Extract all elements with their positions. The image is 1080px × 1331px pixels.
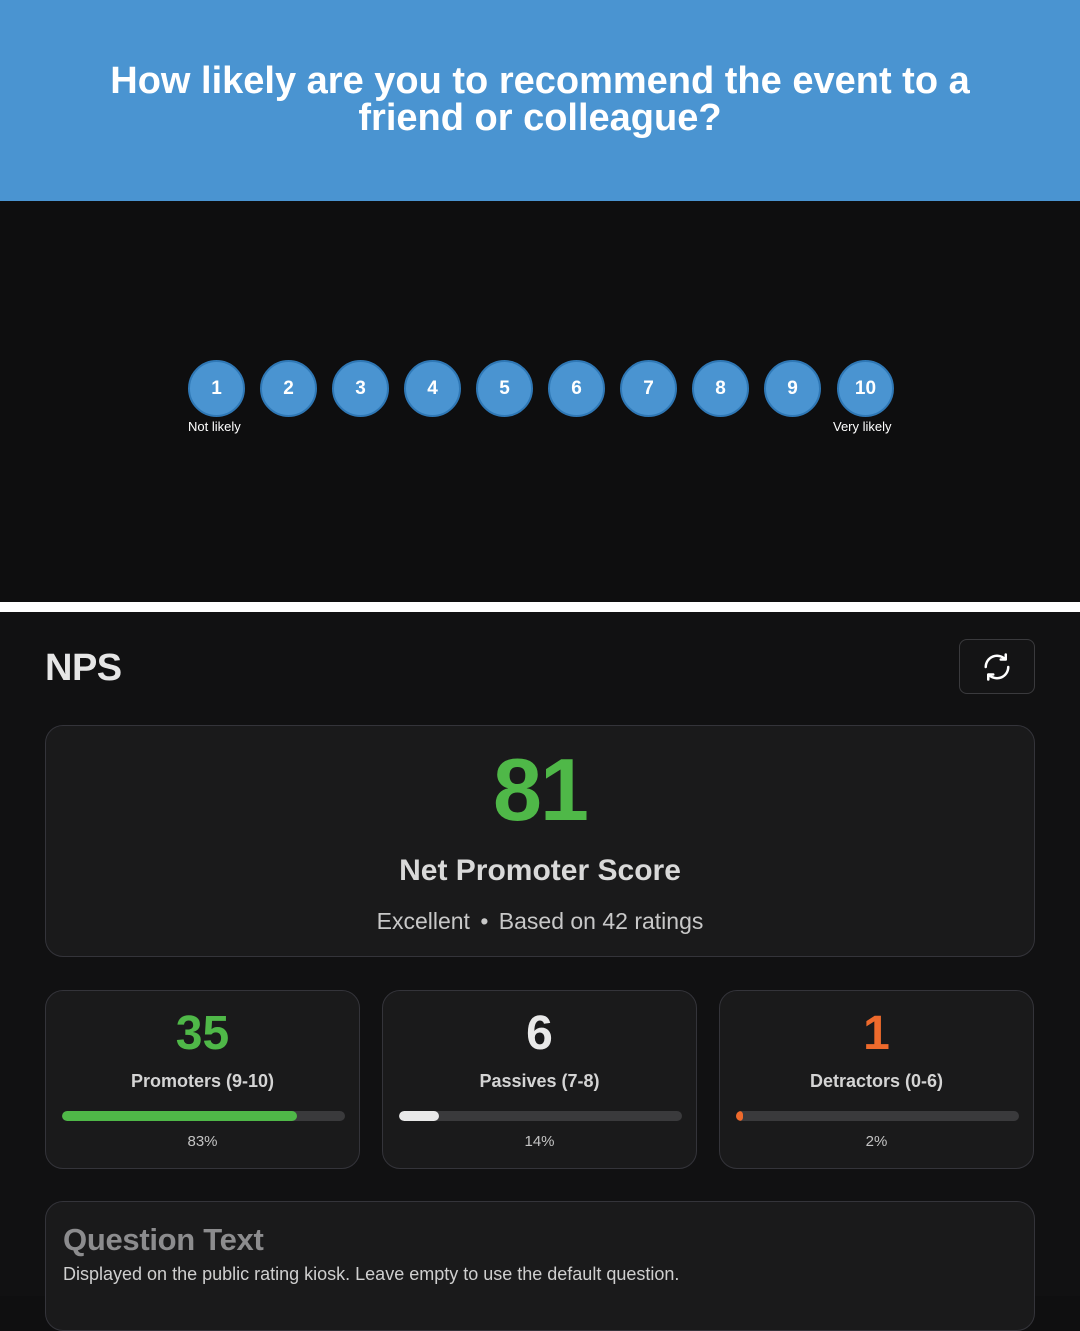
panel-divider xyxy=(0,602,1080,612)
nps-based-on-text: Based on 42 ratings xyxy=(498,908,704,934)
rating-button-3[interactable]: 3 xyxy=(332,360,389,417)
passives-card: 6 Passives (7-8) 14% xyxy=(382,990,697,1169)
kiosk-header: How likely are you to recommend the even… xyxy=(0,0,1080,201)
passives-count: 6 xyxy=(526,1007,553,1060)
promoters-progress-track xyxy=(62,1111,345,1121)
detractors-progress-fill xyxy=(736,1111,744,1121)
score-card: 81 Net Promoter Score Excellent • Based … xyxy=(45,725,1035,957)
rating-button-7[interactable]: 7 xyxy=(620,360,677,417)
separator-dot: • xyxy=(480,908,489,934)
refresh-button[interactable] xyxy=(959,639,1035,694)
rating-kiosk: How likely are you to recommend the even… xyxy=(0,0,1080,602)
refresh-icon xyxy=(984,652,1010,681)
page-title: NPS xyxy=(45,647,122,689)
promoters-card: 35 Promoters (9-10) 83% xyxy=(45,990,360,1169)
promoters-percent: 83% xyxy=(187,1133,218,1150)
scale-high-label: Very likely xyxy=(833,419,892,434)
detractors-label: Detractors (0-6) xyxy=(809,1071,944,1091)
passives-percent: 14% xyxy=(524,1133,555,1150)
promoters-label: Promoters (9-10) xyxy=(130,1071,275,1091)
detractors-progress-track xyxy=(736,1111,1019,1121)
rating-button-10[interactable]: 10 xyxy=(837,360,894,417)
nps-score-label: Net Promoter Score xyxy=(399,854,681,887)
passives-progress-fill xyxy=(399,1111,439,1121)
rating-scale: 1 2 3 4 5 6 7 8 9 10 Not likely Very lik… xyxy=(188,360,896,440)
rating-button-9[interactable]: 9 xyxy=(764,360,821,417)
rating-button-4[interactable]: 4 xyxy=(404,360,461,417)
question-text-description: Displayed on the public rating kiosk. Le… xyxy=(63,1264,680,1284)
nps-score-value: 81 xyxy=(493,740,589,839)
rating-button-1[interactable]: 1 xyxy=(188,360,245,417)
rating-button-8[interactable]: 8 xyxy=(692,360,749,417)
nps-dashboard: NPS 81 Net Promoter Score Excellent • Ba… xyxy=(0,612,1080,1331)
promoters-count: 35 xyxy=(175,1007,230,1060)
detractors-count: 1 xyxy=(863,1007,890,1060)
detractors-percent: 2% xyxy=(865,1133,888,1150)
kiosk-question: How likely are you to recommend the even… xyxy=(110,59,970,139)
rating-button-5[interactable]: 5 xyxy=(476,360,533,417)
passives-progress-track xyxy=(399,1111,682,1121)
scale-low-label: Not likely xyxy=(188,419,241,434)
rating-button-6[interactable]: 6 xyxy=(548,360,605,417)
question-text-heading: Question Text xyxy=(63,1222,264,1257)
promoters-progress-fill xyxy=(62,1111,297,1121)
question-text-card: Question Text Displayed on the public ra… xyxy=(45,1201,1035,1331)
rating-button-2[interactable]: 2 xyxy=(260,360,317,417)
nps-score-summary: Excellent • Based on 42 ratings xyxy=(46,908,1034,935)
detractors-card: 1 Detractors (0-6) 2% xyxy=(719,990,1034,1169)
passives-label: Passives (7-8) xyxy=(479,1071,600,1091)
nps-rating-text: Excellent xyxy=(376,908,470,934)
